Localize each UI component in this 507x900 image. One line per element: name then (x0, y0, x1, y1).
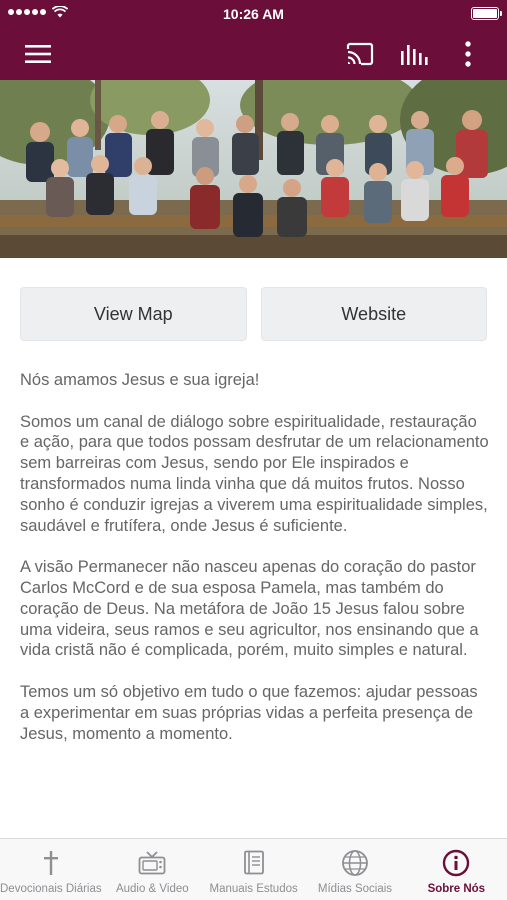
cast-button[interactable] (342, 36, 378, 72)
tab-manuais-estudos[interactable]: Manuais Estudos (203, 839, 304, 900)
about-paragraph: A visão Permanecer não nasceu apenas do … (20, 558, 479, 660)
tab-midias-sociais[interactable]: Mídias Sociais (304, 839, 405, 900)
book-icon (242, 849, 266, 877)
tab-label: Manuais Estudos (209, 883, 298, 895)
info-icon (442, 849, 470, 877)
tab-sobre-nos[interactable]: Sobre Nós (406, 839, 507, 900)
equalizer-button[interactable] (396, 36, 432, 72)
about-paragraph: Somos um canal de diálogo sobre espiritu… (20, 412, 489, 535)
status-bar: 10:26 AM (0, 0, 507, 28)
equalizer-icon (401, 45, 428, 65)
more-options-button[interactable] (450, 36, 486, 72)
about-paragraph: Nós amamos Jesus e sua igreja! (20, 371, 260, 389)
group-photo (0, 80, 507, 258)
menu-icon (25, 45, 51, 63)
tab-label: Audio & Video (115, 883, 189, 895)
tab-audio-video[interactable]: Audio & Video (102, 839, 203, 900)
about-text: Nós amamos Jesus e sua igreja! Somos um … (20, 370, 490, 765)
status-time: 10:26 AM (223, 6, 284, 22)
website-button[interactable]: Website (260, 287, 487, 341)
action-buttons: View Map Website (20, 287, 487, 341)
app-bar (0, 28, 507, 80)
tab-label: Mídias Sociais (317, 883, 393, 895)
globe-icon (341, 849, 369, 877)
tab-bar: Devocionais Diárias Audio & Video Manuai… (0, 838, 507, 900)
cross-icon (42, 849, 60, 877)
battery-icon (471, 7, 502, 20)
tab-devocionais[interactable]: Devocionais Diárias (0, 839, 102, 900)
view-map-button[interactable]: View Map (20, 287, 247, 341)
about-paragraph: Temos um só objetivo em tudo o que fazem… (20, 682, 478, 743)
more-vertical-icon (465, 41, 471, 67)
menu-button[interactable] (20, 36, 56, 72)
tab-label: Sobre Nós (427, 883, 486, 895)
tv-icon (138, 849, 166, 877)
tab-label: Devocionais Diárias (0, 883, 102, 895)
cast-icon (346, 42, 374, 66)
